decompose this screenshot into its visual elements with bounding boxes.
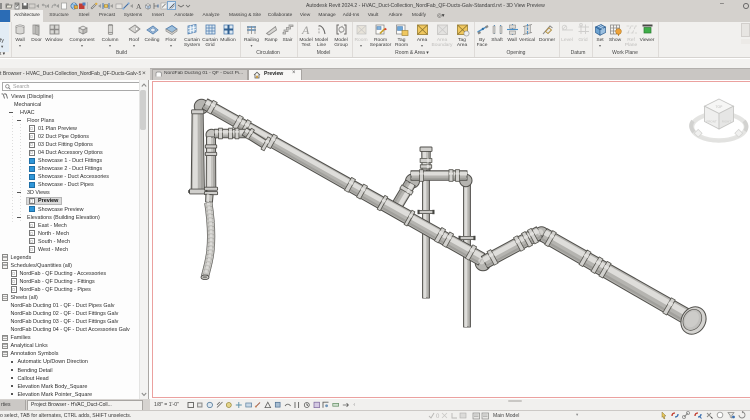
svg-text:TOP: TOP [716, 105, 724, 109]
svg-text:0: 0 [436, 414, 440, 419]
svg-text:RIGHT: RIGHT [722, 120, 732, 124]
svg-text:A: A [301, 23, 310, 37]
svg-text:A: A [136, 2, 142, 10]
svg-text:FRONT: FRONT [706, 120, 716, 124]
